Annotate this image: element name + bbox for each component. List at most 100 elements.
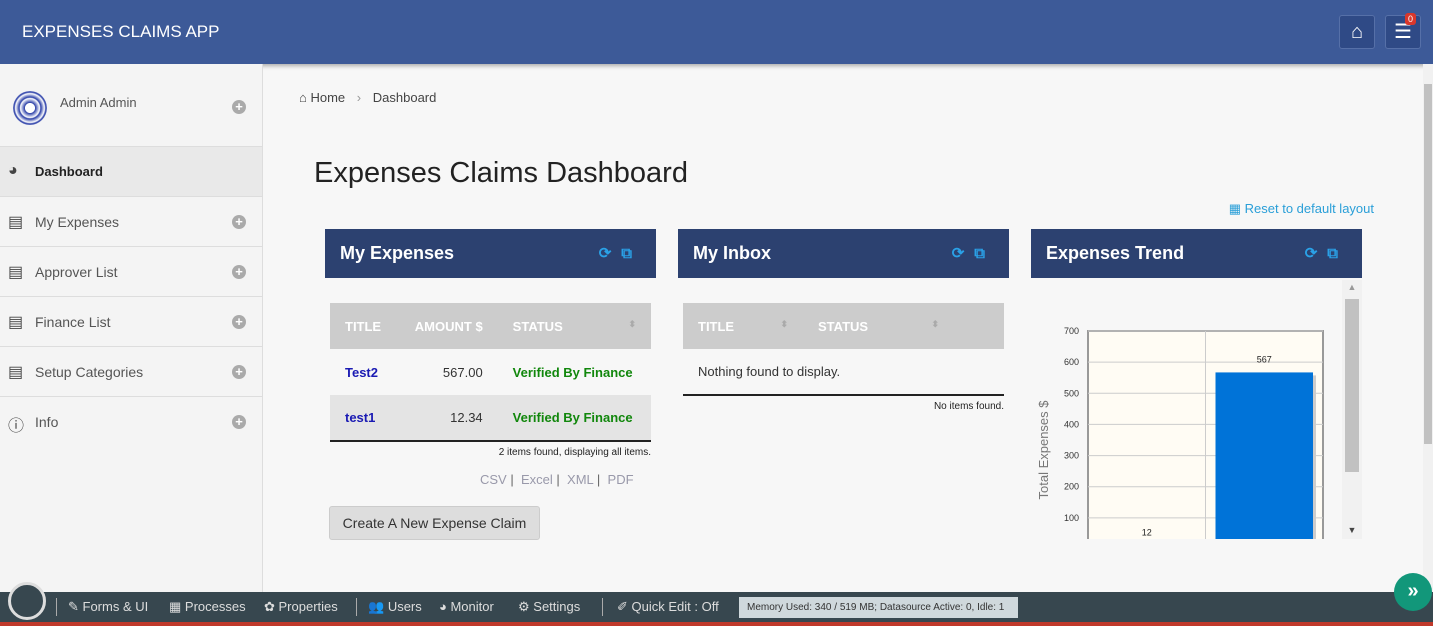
reset-label: Reset to default layout (1244, 201, 1374, 216)
sidebar-item-label: My Expenses (35, 214, 120, 230)
data-label: 567 (1257, 354, 1272, 364)
refresh-icon[interactable]: ⟳ (952, 245, 975, 262)
user-name: Admin Admin (60, 95, 137, 110)
y-tick-label: 700 (1064, 326, 1079, 336)
list-icon: ▤ (8, 264, 24, 281)
expand-icon[interactable]: + (232, 215, 246, 229)
admin-toolbar: ✎ Forms & UI ▦ Processes ✿ Properties 👥 … (0, 582, 1433, 622)
dashboard-icon: ◕ (8, 162, 18, 179)
list-icon: ▤ (8, 364, 24, 381)
sidebar-item-finance-list[interactable]: ▤ Finance List + (0, 297, 262, 347)
chart-scrollbar[interactable]: ▲ ▼ (1342, 280, 1362, 539)
expenses-trend-panel: Expenses Trend ⟳⧉ (1031, 229, 1362, 278)
sidebar-item-info[interactable]: ⓘ Info + (0, 397, 262, 447)
items-summary: 2 items found, displaying all items. (498, 447, 651, 458)
export-xml[interactable]: XML (567, 472, 593, 487)
sidebar-item-setup-categories[interactable]: ▤ Setup Categories + (0, 347, 262, 397)
external-link-icon[interactable]: ⧉ (974, 245, 995, 262)
sidebar-item-label: Approver List (35, 264, 118, 280)
sidebar-item-dashboard[interactable]: ◕ Dashboard (0, 147, 262, 197)
list-icon: ▤ (8, 214, 24, 231)
sidebar: Admin Admin + ◕ Dashboard ▤ My Expenses + ▤… (0, 64, 263, 592)
info-icon: ⓘ (8, 418, 25, 435)
quick-edit-toggle[interactable]: ✐ Quick Edit : Off (617, 599, 719, 615)
breadcrumb-separator: › (356, 90, 362, 105)
forms-ui-button[interactable]: ✎ Forms & UI (68, 599, 148, 615)
bar (1215, 372, 1313, 539)
amount: 567.00 (442, 364, 483, 380)
y-axis-label: Total Expenses $ (1036, 400, 1051, 500)
amount: 12.34 (450, 410, 483, 425)
sidebar-item-label: Info (35, 414, 59, 430)
refresh-icon[interactable]: ⟳ (1305, 245, 1328, 262)
external-link-icon[interactable]: ⧉ (1327, 245, 1348, 262)
monitor-button[interactable]: ◕ Monitor (439, 599, 494, 614)
panel-title: My Expenses (340, 243, 455, 263)
column-header-amount[interactable]: AMOUNT $ (397, 303, 498, 349)
expenses-trend-chart: 100 200 300 400 500 600 700 12 567 Total Expenses… (1036, 326, 1324, 539)
double-chevron-right-icon: » (1407, 580, 1419, 602)
expand-toolbar-button[interactable]: » (1394, 573, 1432, 611)
breadcrumb-current: Dashboard (372, 90, 437, 105)
create-expense-claim-button[interactable]: Create A New Expense Claim (329, 506, 540, 540)
data-label: 12 (1142, 527, 1152, 537)
y-tick-label: 500 (1064, 388, 1079, 398)
processes-button[interactable]: ▦ Processes (169, 599, 246, 615)
y-tick-label: 200 (1064, 482, 1079, 492)
y-tick-label: 600 (1064, 357, 1079, 367)
reset-layout-link[interactable]: ▦ Reset to default layout (1229, 201, 1374, 217)
joget-logo[interactable] (8, 582, 46, 620)
trend-chart-container: 100 200 300 400 500 600 700 12 567 Total Expenses… (1031, 280, 1362, 539)
empty-message: Nothing found to display. (698, 364, 841, 379)
export-csv[interactable]: CSV (480, 472, 507, 487)
export-excel[interactable]: Excel (521, 472, 553, 487)
expand-icon[interactable]: + (232, 415, 246, 429)
expand-icon[interactable]: + (232, 315, 246, 329)
sidebar-item-my-expenses[interactable]: ▤ My Expenses + (0, 197, 262, 247)
expand-icon[interactable]: + (232, 265, 246, 279)
breadcrumb: ⌂ Home › Dashboard (299, 90, 436, 105)
items-summary: No items found. (933, 401, 1004, 412)
home-icon: ⌂ (1350, 21, 1364, 43)
y-tick-label: 300 (1064, 451, 1079, 461)
user-panel: Admin Admin + (0, 64, 262, 147)
users-button[interactable]: 👥 Users (368, 599, 422, 615)
settings-button[interactable]: ⚙ Settings (518, 599, 580, 615)
table-row: test1 12.34 Verified By Finance (330, 395, 651, 441)
column-header-title[interactable]: TITLE ⬍ (683, 303, 803, 349)
avatar (13, 91, 47, 125)
sidebar-item-label: Finance List (35, 314, 111, 330)
expense-title-link[interactable]: test1 (330, 395, 398, 441)
home-button[interactable]: ⌂ (1339, 15, 1375, 49)
page-title: Expenses Claims Dashboard (314, 157, 688, 189)
expense-title-link[interactable]: Test2 (330, 349, 398, 395)
my-expenses-panel: My Expenses ⟳⧉ TITLE AMOUNT $ STATUS ⬍ Test2… (325, 229, 656, 487)
export-pdf[interactable]: PDF (608, 472, 634, 487)
export-links: CSV | Excel | XML | PDF (480, 472, 634, 487)
external-link-icon[interactable]: ⧉ (621, 245, 642, 262)
sidebar-item-label: Setup Categories (35, 364, 144, 380)
expand-icon[interactable]: + (232, 100, 246, 114)
y-tick-label: 100 (1064, 513, 1079, 523)
properties-button[interactable]: ✿ Properties (264, 599, 338, 615)
expand-icon[interactable]: + (232, 365, 246, 379)
sidebar-item-approver-list[interactable]: ▤ Approver List + (0, 247, 262, 297)
column-header-status[interactable]: STATUS ⬍ (497, 303, 651, 349)
page-scrollbar[interactable] (1423, 64, 1433, 592)
y-tick-label: 400 (1064, 419, 1079, 429)
breadcrumb-home[interactable]: Home (310, 90, 345, 105)
memory-status: Memory Used: 340 / 519 MB; Datasource Ac… (739, 597, 1018, 618)
refresh-icon[interactable]: ⟳ (599, 245, 622, 262)
list-icon: ▤ (8, 314, 24, 331)
expenses-table: TITLE AMOUNT $ STATUS ⬍ Test2 567.00 Verified… (330, 303, 651, 442)
column-header-status[interactable]: STATUS ⬍ (803, 303, 1004, 349)
status: Verified By Finance (512, 364, 633, 380)
app-title: EXPENSES CLAIMS APP (22, 22, 220, 41)
table-row: Test2 567.00 Verified By Finance (330, 349, 651, 395)
tasks-button[interactable]: ☰ 0 (1385, 13, 1421, 49)
status: Verified By Finance (512, 410, 633, 425)
column-header-title[interactable]: TITLE (330, 303, 398, 349)
grid-icon: ▦ (1228, 201, 1242, 216)
notification-badge: 0 (1404, 13, 1416, 25)
panel-title: Expenses Trend (1046, 243, 1185, 263)
